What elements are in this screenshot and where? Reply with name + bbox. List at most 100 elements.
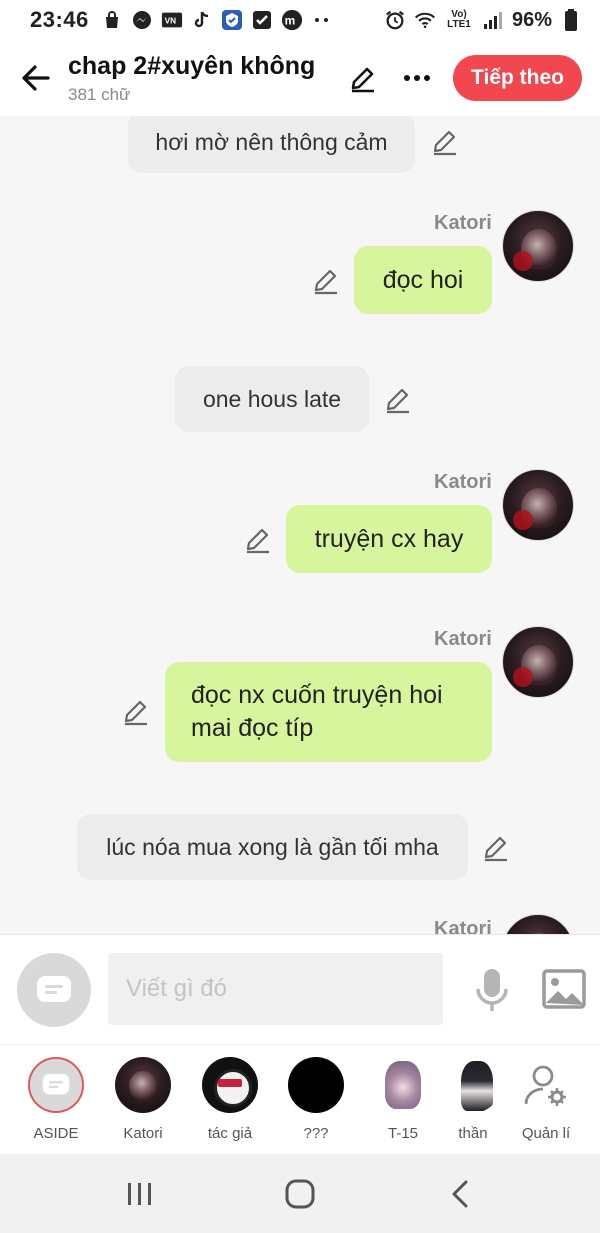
- image-icon: [542, 969, 586, 1009]
- katori-avatar[interactable]: [502, 626, 574, 698]
- news-app-icon: VN: [161, 9, 183, 31]
- edit-title-button[interactable]: [345, 60, 381, 96]
- wifi-icon: [414, 9, 436, 31]
- edit-message-pencil-icon[interactable]: [383, 384, 413, 414]
- word-count: 381 chữ: [68, 84, 131, 104]
- message-bubble-icon: [42, 1074, 70, 1095]
- character-label: ASIDE: [33, 1125, 79, 1142]
- signal-icon: [482, 9, 504, 31]
- back-arrow-icon: [22, 65, 50, 91]
- next-chapter-button[interactable]: Tiếp theo: [453, 55, 582, 101]
- tac-gia-avatar: [202, 1057, 258, 1113]
- recent-apps-button[interactable]: [110, 1164, 170, 1224]
- volte-lte-icon: Vo) LTE1: [444, 9, 474, 31]
- home-icon: [285, 1179, 315, 1208]
- character-text-line: đọc nx cuốn truyện hoi: [191, 681, 443, 709]
- shopping-bag-icon: [101, 9, 123, 31]
- narration-text: hơi mờ nên thông cảm: [155, 129, 388, 155]
- t15-avatar: [375, 1057, 431, 1113]
- chapter-header: chap 2#xuyên không 381 chữ Tiếp theo: [0, 40, 600, 116]
- chapter-title: chap 2#xuyên không: [68, 51, 316, 80]
- unknown-avatar: [288, 1057, 344, 1113]
- svg-text:m: m: [284, 14, 295, 28]
- sender-name: Katori: [434, 471, 492, 493]
- character-aside[interactable]: ASIDE: [16, 1057, 96, 1142]
- character-bubble[interactable]: đọc nx cuốn truyện hoi mai đọc típ: [165, 662, 492, 762]
- edit-message-pencil-icon[interactable]: [311, 265, 341, 295]
- character-bubble[interactable]: đọc hoi: [354, 246, 492, 314]
- character-text-line: mai đọc típ: [191, 714, 314, 742]
- character-label: tác giả: [207, 1125, 253, 1142]
- message-bubble-icon: [37, 976, 71, 1002]
- katori-avatar[interactable]: [502, 914, 574, 934]
- system-navigation-bar: [0, 1154, 600, 1233]
- character-label: Quản lí: [521, 1125, 571, 1142]
- character-text: truyện cx hay: [314, 524, 464, 553]
- manage-avatar: [518, 1057, 574, 1113]
- tiktok-icon: [191, 9, 213, 31]
- status-time: 23:46: [30, 7, 89, 32]
- character-label: thần: [458, 1125, 488, 1142]
- edit-message-pencil-icon[interactable]: [121, 696, 151, 726]
- edit-message-pencil-icon[interactable]: [481, 832, 511, 862]
- user-settings-icon: [524, 1065, 566, 1106]
- message-input-bar: [0, 934, 600, 1044]
- messenger-icon: [131, 9, 153, 31]
- katori-avatar[interactable]: [502, 469, 574, 541]
- alarm-icon: [384, 9, 406, 31]
- edit-message-pencil-icon[interactable]: [430, 126, 460, 156]
- more-options-button[interactable]: [399, 60, 435, 96]
- katori-avatar: [115, 1057, 171, 1113]
- narration-bubble[interactable]: lúc nóa mua xong là gần tối mha: [77, 814, 468, 880]
- character-t15[interactable]: T-15: [363, 1057, 443, 1142]
- battery-icon: [560, 9, 582, 31]
- shield-app-icon: [221, 9, 243, 31]
- m-app-icon: m: [281, 9, 303, 31]
- microphone-icon: [476, 969, 508, 1011]
- sender-name: Katori: [434, 918, 492, 934]
- voice-input-button[interactable]: [472, 967, 512, 1013]
- selected-character-button[interactable]: [17, 953, 91, 1027]
- narration-text: one hous late: [202, 385, 342, 412]
- pencil-icon: [351, 67, 375, 93]
- back-button[interactable]: [6, 48, 66, 108]
- check-box-icon: [251, 9, 273, 31]
- narration-bubble[interactable]: one hous late: [175, 366, 369, 432]
- sender-name: Katori: [434, 628, 492, 650]
- character-label: Katori: [123, 1125, 163, 1142]
- back-nav-button[interactable]: [430, 1164, 490, 1224]
- character-unknown[interactable]: ???: [276, 1057, 356, 1142]
- home-button[interactable]: [270, 1164, 330, 1224]
- recent-apps-icon: [128, 1182, 151, 1205]
- image-upload-button[interactable]: [542, 969, 586, 1009]
- character-katori[interactable]: Katori: [103, 1057, 183, 1142]
- title-block: chap 2#xuyên không 381 chữ: [68, 52, 315, 105]
- sender-name: Katori: [434, 212, 492, 234]
- message-input[interactable]: [108, 953, 443, 1025]
- more-notifications-icon: [311, 9, 333, 31]
- aside-avatar: [28, 1057, 84, 1113]
- character-selector: ASIDE Katori tác giả ??? T-15 thần Quản …: [0, 1044, 600, 1154]
- than-avatar: [445, 1057, 501, 1113]
- battery-percent: 96%: [511, 8, 552, 31]
- svg-text:VN: VN: [164, 17, 176, 26]
- narration-text: lúc nóa mua xong là gần tối mha: [106, 833, 439, 860]
- story-chat-area[interactable]: hơi mờ nên thông cảm Katori đọc hoi one …: [0, 116, 600, 934]
- katori-avatar[interactable]: [502, 210, 574, 282]
- system-status: Vo) LTE1 96%: [384, 9, 582, 32]
- chevron-left-icon: [452, 1180, 468, 1207]
- character-label: ???: [303, 1125, 329, 1142]
- lte-label: LTE1: [447, 19, 471, 30]
- character-label: T-15: [387, 1125, 418, 1142]
- character-than[interactable]: thần: [433, 1057, 513, 1142]
- edit-message-pencil-icon[interactable]: [243, 524, 273, 554]
- narration-bubble[interactable]: hơi mờ nên thông cảm: [128, 116, 415, 173]
- header-actions: Tiếp theo: [345, 55, 582, 101]
- manage-characters-button[interactable]: Quản lí: [506, 1057, 586, 1142]
- character-tac-gia[interactable]: tác giả: [190, 1057, 270, 1142]
- more-horizontal-icon: [404, 75, 431, 81]
- character-text: đọc hoi: [382, 265, 464, 294]
- notification-icons: VN m: [101, 9, 333, 31]
- character-bubble[interactable]: truyện cx hay: [286, 505, 492, 573]
- status-bar: 23:46 VN m Vo) LTE1 96%: [0, 0, 600, 40]
